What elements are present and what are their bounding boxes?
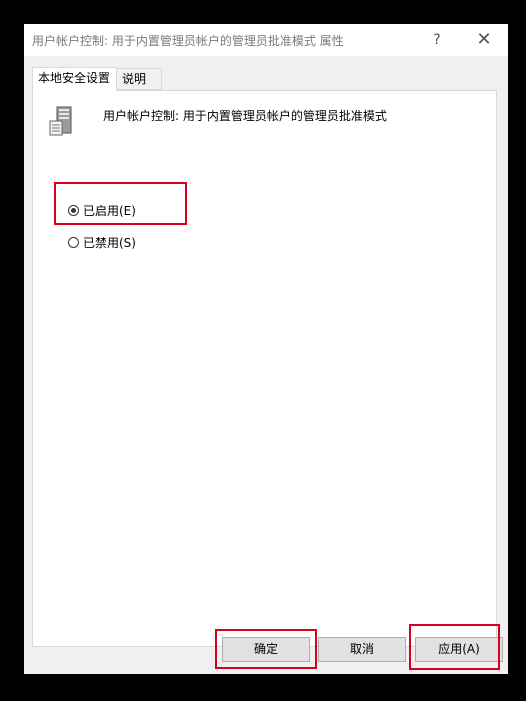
highlight-ok-button (215, 629, 317, 669)
tab-explain[interactable]: 说明 (116, 68, 162, 90)
policy-name: 用户帐户控制: 用于内置管理员帐户的管理员批准模式 (103, 109, 387, 123)
highlight-enabled-option (54, 182, 187, 225)
window-title: 用户帐户控制: 用于内置管理员帐户的管理员批准模式 属性 (32, 34, 344, 48)
tab-local-security-setting[interactable]: 本地安全设置 (32, 67, 117, 91)
highlight-apply-button (409, 624, 500, 670)
properties-dialog: 用户帐户控制: 用于内置管理员帐户的管理员批准模式 属性 ? ✕ 本地安全设置 … (24, 24, 508, 674)
server-icon (49, 106, 72, 136)
disabled-radio[interactable] (68, 236, 79, 248)
disabled-option[interactable]: 已禁用(S) (68, 233, 136, 251)
close-button[interactable]: ✕ (461, 24, 507, 56)
help-button[interactable]: ? (414, 24, 460, 56)
disabled-label: 已禁用(S) (83, 235, 136, 250)
title-bar: 用户帐户控制: 用于内置管理员帐户的管理员批准模式 属性 ? ✕ (24, 24, 508, 56)
settings-panel: 用户帐户控制: 用于内置管理员帐户的管理员批准模式 已启用(E) 已禁用(S) (32, 90, 497, 647)
cancel-button[interactable]: 取消 (318, 637, 406, 662)
